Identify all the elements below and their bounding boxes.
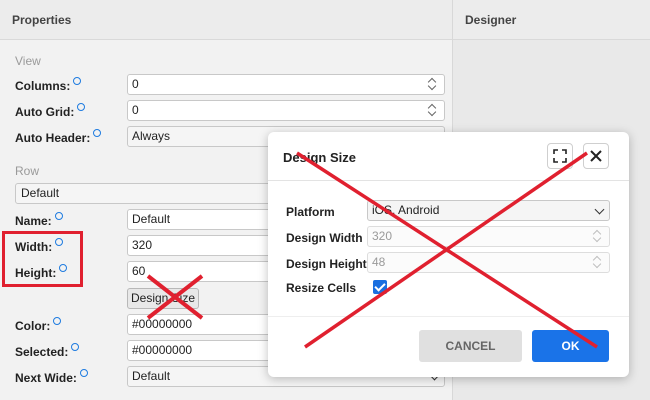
spinner-icon[interactable]: [593, 229, 603, 244]
columns-label: Columns:: [15, 77, 82, 93]
info-icon[interactable]: [79, 369, 88, 377]
next-wide-label: Next Wide:: [15, 369, 88, 385]
info-icon[interactable]: [93, 129, 102, 137]
info-icon[interactable]: [54, 212, 63, 220]
design-size-dialog: Design Size Platform iOS, Android Design…: [268, 132, 629, 377]
info-icon[interactable]: [73, 77, 82, 85]
dialog-divider: [268, 180, 629, 181]
designer-title: Designer: [453, 0, 650, 40]
design-size-button[interactable]: Design Size: [127, 288, 199, 309]
design-height-input[interactable]: 48: [367, 252, 610, 273]
columns-input[interactable]: 0: [127, 74, 445, 95]
annotation-highlight-box: [2, 231, 83, 287]
spinner-icon[interactable]: [428, 77, 438, 92]
platform-label: Platform: [286, 205, 335, 219]
resize-cells-label: Resize Cells: [286, 281, 357, 295]
maximize-button[interactable]: [547, 143, 573, 169]
color-label: Color:: [15, 317, 62, 333]
close-icon: [590, 150, 602, 162]
chevron-down-icon: [594, 204, 605, 215]
info-icon[interactable]: [77, 103, 86, 111]
auto-grid-label: Auto Grid:: [15, 103, 86, 119]
properties-title: Properties: [0, 0, 452, 40]
info-icon[interactable]: [71, 343, 80, 351]
section-row-label: Row: [15, 164, 40, 178]
spinner-icon[interactable]: [593, 255, 603, 270]
auto-header-label: Auto Header:: [15, 129, 102, 145]
design-height-label: Design Height: [286, 257, 367, 271]
platform-select[interactable]: iOS, Android: [367, 200, 610, 221]
cancel-button[interactable]: CANCEL: [419, 330, 522, 362]
section-view-label: View: [15, 54, 41, 68]
dialog-footer-divider: [268, 316, 629, 317]
resize-cells-checkbox[interactable]: [373, 280, 387, 294]
design-width-input[interactable]: 320: [367, 226, 610, 247]
ok-button[interactable]: OK: [532, 330, 609, 362]
info-icon[interactable]: [53, 317, 62, 325]
dialog-title: Design Size: [283, 150, 356, 165]
spinner-icon[interactable]: [428, 103, 438, 118]
close-button[interactable]: [583, 143, 609, 169]
auto-grid-input[interactable]: 0: [127, 100, 445, 121]
selected-label: Selected:: [15, 343, 80, 359]
name-label: Name:: [15, 212, 63, 228]
expand-icon: [553, 149, 567, 163]
design-width-label: Design Width: [286, 231, 363, 245]
